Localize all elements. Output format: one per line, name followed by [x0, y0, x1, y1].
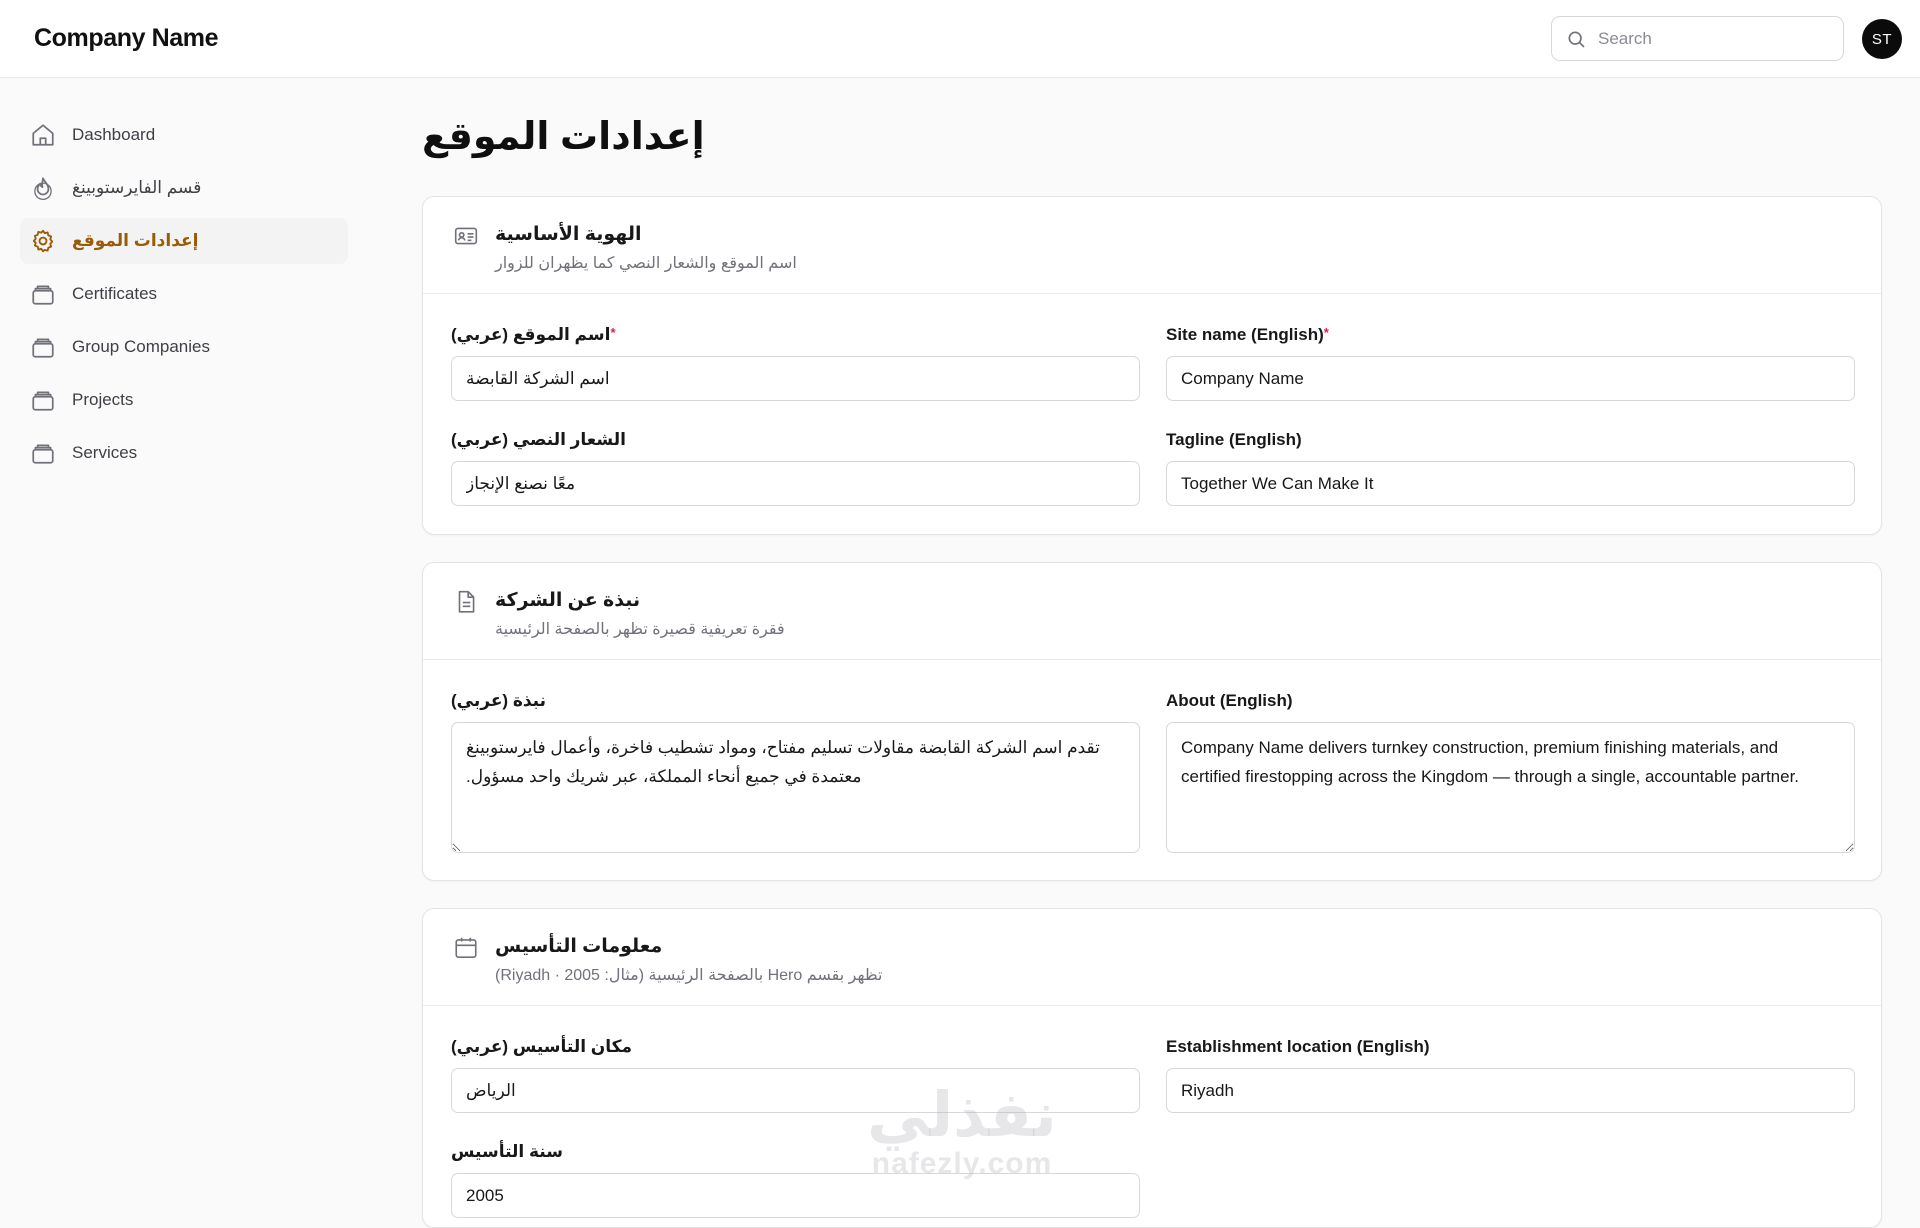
id-card-icon: [454, 227, 478, 245]
location-ar-input[interactable]: [451, 1068, 1140, 1113]
tagline-en-input[interactable]: [1166, 461, 1855, 506]
gear-icon: [32, 229, 54, 253]
sidebar-item-services[interactable]: Services: [20, 430, 348, 476]
flame-icon: [34, 177, 52, 201]
tagline-en-field: Tagline (English): [1166, 430, 1855, 506]
tagline-ar-field: الشعار النصي (عربي): [451, 430, 1140, 506]
field-label: Tagline (English): [1166, 430, 1302, 449]
year-field: سنة التأسيس: [451, 1142, 1140, 1218]
card-subtitle: فقرة تعريفية قصيرة تظهر بالصفحة الرئيسية: [495, 621, 785, 638]
top-bar: Company Name ST: [0, 0, 1920, 78]
identity-card: الهوية الأساسية اسم الموقع والشعار النصي…: [422, 196, 1882, 535]
site-name-en-input[interactable]: [1166, 356, 1855, 401]
sidebar-item-dashboard[interactable]: Dashboard: [20, 112, 348, 158]
search-input[interactable]: [1598, 28, 1828, 49]
required-mark: *: [610, 325, 616, 340]
field-label: About (English): [1166, 691, 1293, 710]
field-label: نبذة (عربي): [451, 691, 546, 710]
document-icon: [458, 590, 475, 613]
field-label: مكان التأسيس (عربي): [451, 1037, 633, 1056]
stack-icon: [32, 444, 54, 464]
stack-icon: [32, 338, 54, 358]
sidebar-item-label: Projects: [72, 390, 134, 409]
sidebar-item-label: Group Companies: [72, 337, 210, 356]
year-input[interactable]: [451, 1173, 1140, 1218]
calendar-icon: [455, 937, 477, 959]
card-title: الهوية الأساسية: [495, 224, 642, 245]
site-name-en-field: Site name (English)*: [1166, 325, 1855, 401]
sidebar-item-label: قسم الفايرستوبينغ: [72, 178, 202, 197]
brand-name[interactable]: Company Name: [34, 24, 219, 53]
about-ar-field: نبذة (عربي) تقدم اسم الشركة القابضة مقاو…: [451, 691, 1140, 858]
tagline-ar-input[interactable]: [451, 461, 1140, 506]
required-mark: *: [1323, 325, 1329, 340]
site-name-ar-field: *اسم الموقع (عربي): [451, 325, 1140, 401]
sidebar-item-certificates[interactable]: Certificates: [20, 271, 348, 317]
sidebar-item-label: Dashboard: [72, 125, 156, 144]
about-en-field: About (English) Company Name delivers tu…: [1166, 691, 1855, 858]
card-subtitle: تظهر بقسم Hero بالصفحة الرئيسية (مثال: R…: [495, 967, 883, 984]
location-en-input[interactable]: [1166, 1068, 1855, 1113]
sidebar-item-firestopping[interactable]: قسم الفايرستوبينغ: [20, 165, 348, 211]
search-box[interactable]: [1551, 16, 1844, 61]
stack-icon: [32, 391, 54, 411]
stack-icon: [32, 285, 54, 305]
field-label: الشعار النصي (عربي): [451, 430, 626, 449]
field-label: Site name (English)*: [1166, 325, 1329, 344]
card-subtitle: اسم الموقع والشعار النصي كما يظهران للزو…: [495, 255, 797, 272]
about-card: نبذة عن الشركة فقرة تعريفية قصيرة تظهر ب…: [422, 562, 1882, 881]
field-label: Establishment location (English): [1166, 1037, 1430, 1056]
card-header: نبذة عن الشركة فقرة تعريفية قصيرة تظهر ب…: [423, 563, 1881, 660]
about-en-textarea[interactable]: Company Name delivers turnkey constructi…: [1166, 722, 1855, 853]
sidebar-item-group-companies[interactable]: Group Companies: [20, 324, 348, 370]
home-icon: [32, 124, 54, 146]
location-en-field: Establishment location (English): [1166, 1037, 1855, 1113]
site-name-ar-input[interactable]: [451, 356, 1140, 401]
sidebar-item-projects[interactable]: Projects: [20, 377, 348, 423]
sidebar-item-label: Services: [72, 443, 138, 462]
card-title: معلومات التأسيس: [495, 936, 663, 957]
card-header: معلومات التأسيس تظهر بقسم Hero بالصفحة ا…: [423, 909, 1881, 1006]
field-label: *اسم الموقع (عربي): [451, 325, 616, 344]
field-label: سنة التأسيس: [451, 1142, 563, 1161]
location-ar-field: مكان التأسيس (عربي): [451, 1037, 1140, 1113]
sidebar-item-label: Certificates: [72, 284, 158, 303]
sidebar-item-label: إعدادات الموقع: [72, 231, 199, 250]
about-ar-textarea[interactable]: تقدم اسم الشركة القابضة مقاولات تسليم مف…: [451, 722, 1140, 853]
establishment-card: معلومات التأسيس تظهر بقسم Hero بالصفحة ا…: [422, 908, 1882, 1228]
card-header: الهوية الأساسية اسم الموقع والشعار النصي…: [423, 197, 1881, 294]
avatar[interactable]: ST: [1862, 19, 1902, 59]
page-title: إعدادات الموقع: [422, 116, 705, 158]
sidebar: Dashboard قسم الفايرستوبينغ إعدادات المو…: [20, 112, 348, 483]
search-icon: [1568, 31, 1585, 47]
card-title: نبذة عن الشركة: [495, 590, 641, 611]
sidebar-item-site-settings[interactable]: إعدادات الموقع: [20, 218, 348, 264]
